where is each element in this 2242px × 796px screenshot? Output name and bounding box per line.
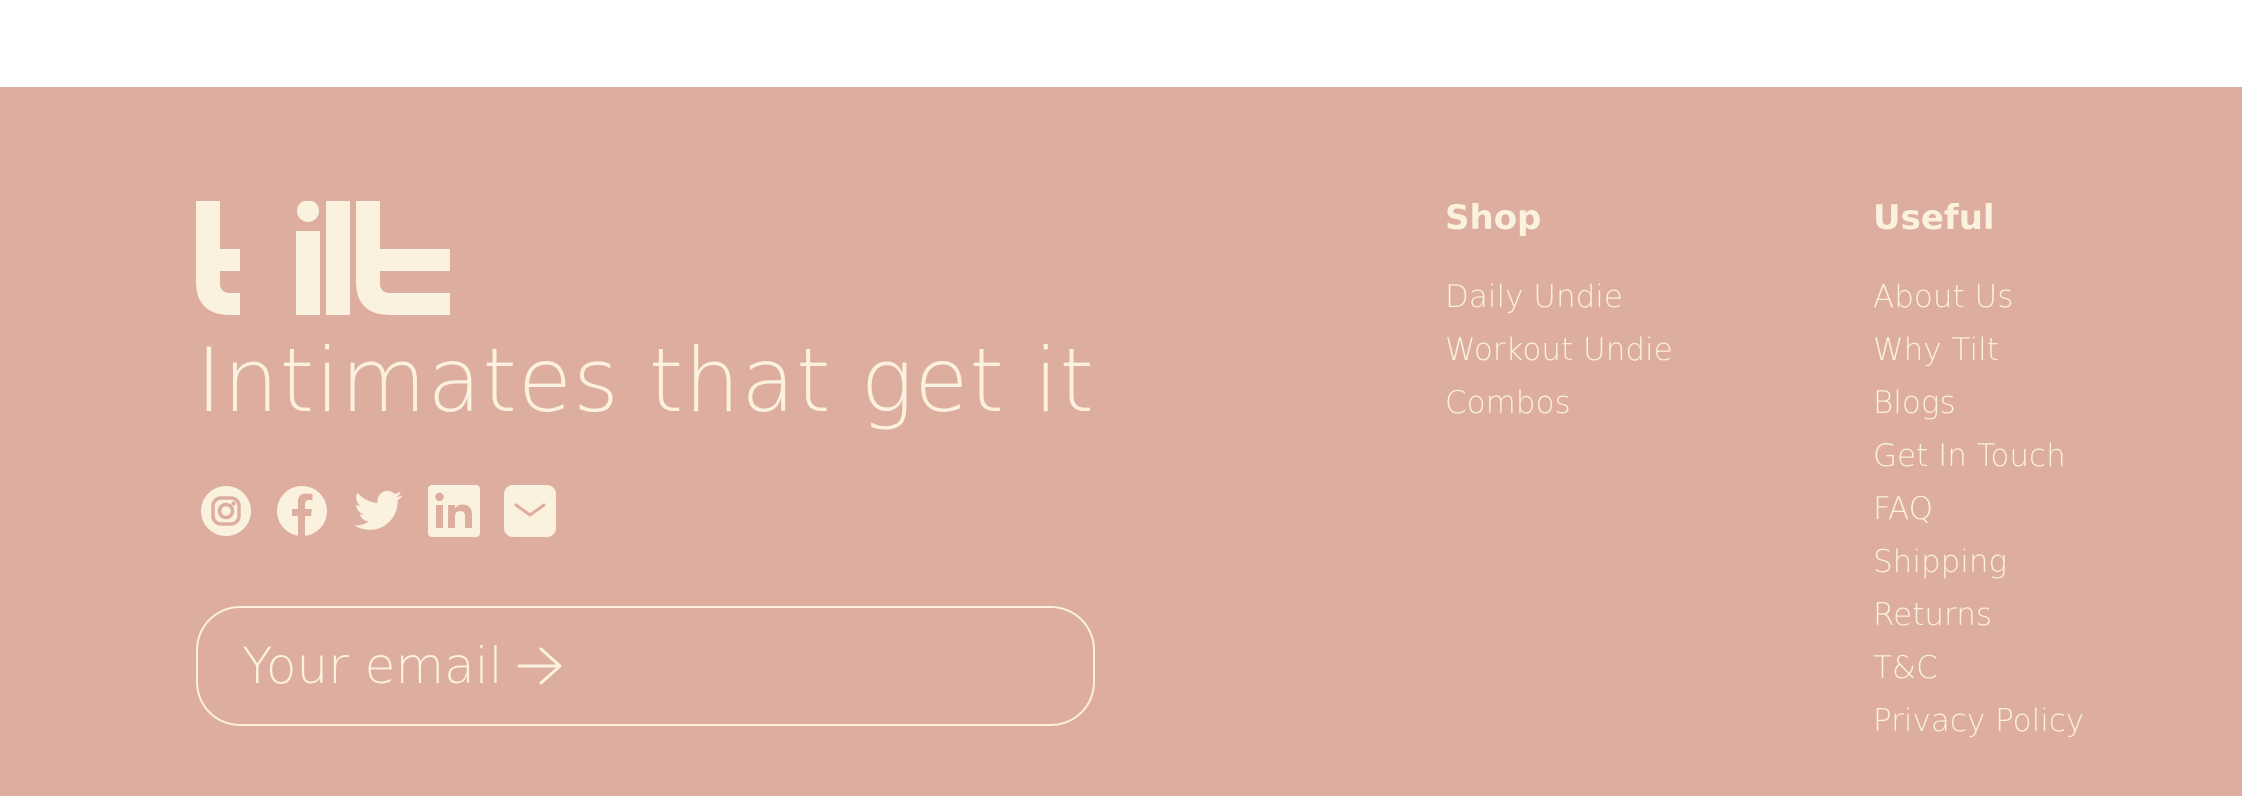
top-white-band [0,0,2242,87]
useful-column: Useful About Us Why Tilt Blogs Get In To… [1873,201,2084,748]
useful-link-blogs[interactable]: Blogs [1873,377,2084,430]
useful-link-about-us[interactable]: About Us [1873,271,2084,324]
useful-heading: Useful [1873,198,1995,238]
tilt-logo[interactable] [196,200,450,315]
shop-link-daily-undie[interactable]: Daily Undie [1445,271,1673,324]
shop-heading: Shop [1445,198,1542,238]
social-links [199,484,557,538]
useful-link-shipping[interactable]: Shipping [1873,536,2084,589]
shop-link-combos[interactable]: Combos [1445,377,1673,430]
arrow-right-icon[interactable] [517,646,563,686]
facebook-icon[interactable] [275,484,329,538]
site-footer: Intimates that get it Your email Shop Da… [0,87,2242,796]
shop-column: Shop Daily Undie Workout Undie Combos [1445,201,1673,430]
useful-link-faq[interactable]: FAQ [1873,483,2084,536]
email-icon[interactable] [503,484,557,538]
useful-link-get-in-touch[interactable]: Get In Touch [1873,430,2084,483]
newsletter-email-input[interactable]: Your email [196,606,1095,726]
useful-link-why-tilt[interactable]: Why Tilt [1873,324,2084,377]
useful-link-privacy-policy[interactable]: Privacy Policy [1873,695,2084,748]
email-placeholder: Your email [242,637,503,695]
footer-tagline: Intimates that get it [196,329,1095,432]
twitter-icon[interactable] [351,484,405,538]
linkedin-icon[interactable] [427,484,481,538]
instagram-icon[interactable] [199,484,253,538]
shop-link-workout-undie[interactable]: Workout Undie [1445,324,1673,377]
useful-link-returns[interactable]: Returns [1873,589,2084,642]
useful-link-tandc[interactable]: T&C [1873,642,2084,695]
